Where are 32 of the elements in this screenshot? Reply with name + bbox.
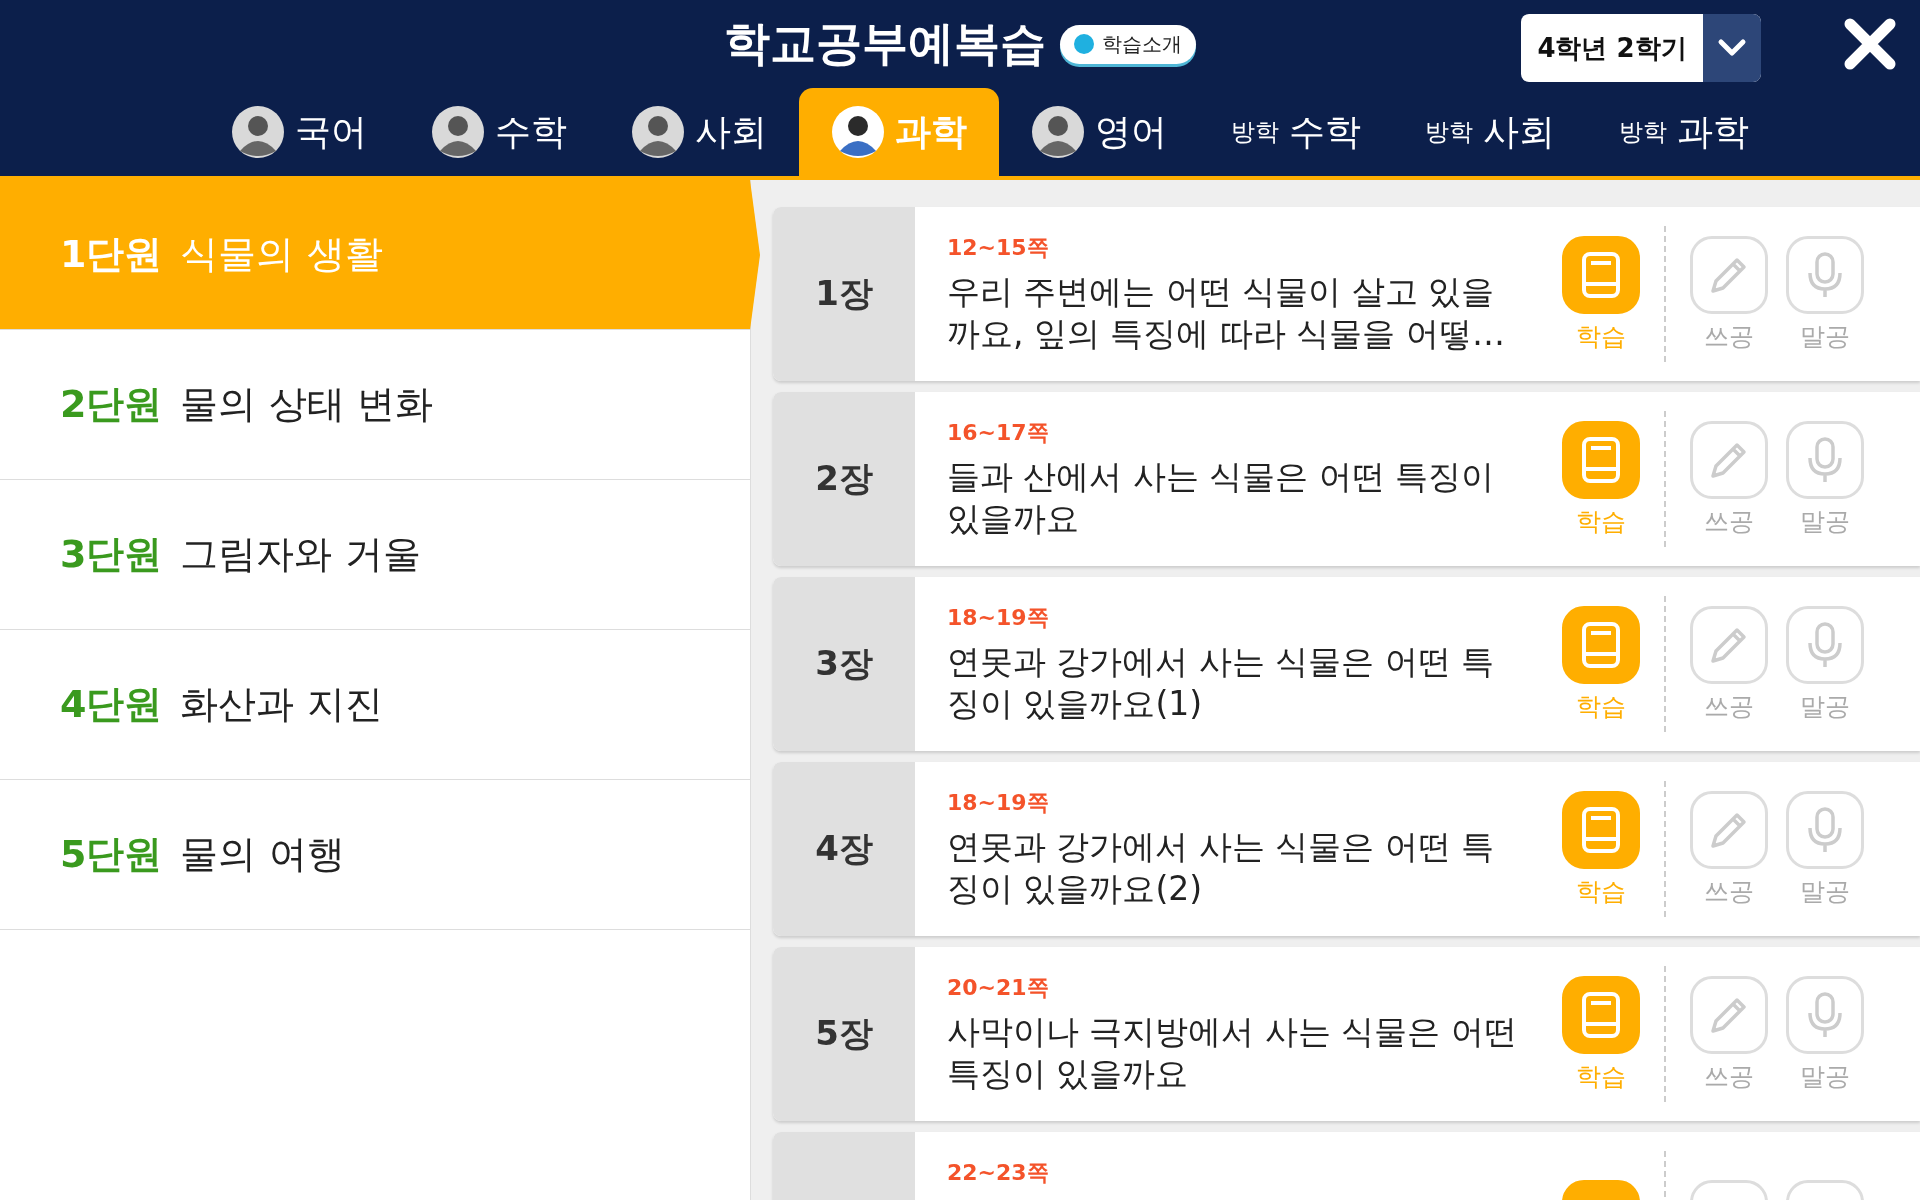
unit-item[interactable]: 1단원 식물의 생활: [0, 180, 760, 330]
subject-tab[interactable]: 사회: [599, 88, 799, 176]
page-range: 20~21쪽: [947, 974, 1050, 1002]
subject-tab[interactable]: 과학: [799, 88, 999, 176]
unit-item[interactable]: 3단원 그림자와 거울: [0, 480, 750, 630]
chapter-label: 4장: [815, 827, 873, 870]
subject-tab[interactable]: 영어: [999, 88, 1199, 176]
subject-tab[interactable]: 국어: [199, 88, 399, 176]
unit-item[interactable]: 2단원 물의 상태 변화: [0, 330, 750, 480]
unit-item[interactable]: 5단원 물의 여행: [0, 780, 750, 930]
page-range: 18~19쪽: [947, 789, 1050, 817]
page-range: 22~23쪽: [947, 1159, 1050, 1187]
chapter-label: 3장: [815, 642, 873, 685]
chapter-label: 1장: [815, 272, 873, 315]
chapter-label: 2장: [815, 457, 873, 500]
app-title: 학교공부예복습: [724, 15, 1046, 72]
unit-item[interactable]: 4단원 화산과 지진: [0, 630, 750, 780]
grade-dropdown[interactable]: 4학년 2학기: [1521, 14, 1761, 82]
lesson-title: 연못과 강가에서 사는 식물은 어떤 특징이 있을까요(2): [947, 826, 1496, 910]
lesson-title: 들과 산에서 사는 식물은 어떤 특징이 있을까요: [947, 456, 1496, 540]
page-range: 16~17쪽: [947, 419, 1050, 447]
subject-tab[interactable]: 방학 수학: [1199, 88, 1393, 176]
subject-tab[interactable]: 방학 과학: [1587, 88, 1781, 176]
subject-tab[interactable]: 방학 사회: [1393, 88, 1587, 176]
lesson-title: 우리 주변에는 어떤 식물이 살고 있을까요, 잎의 특징에 따라 식물을 어떻…: [947, 271, 1506, 355]
intro-button[interactable]: 학습소개: [1060, 24, 1196, 64]
chapter-label: 5장: [815, 1012, 873, 1055]
subject-tab[interactable]: 수학: [399, 88, 599, 176]
page-range: 12~15쪽: [947, 234, 1050, 262]
lesson-title: 연못과 강가에서 사는 식물은 어떤 특징이 있을까요(1): [947, 641, 1496, 725]
page-range: 18~19쪽: [947, 604, 1050, 632]
lesson-title: 사막이나 극지방에서 사는 식물은 어떤 특징이 있을까요: [947, 1011, 1518, 1095]
